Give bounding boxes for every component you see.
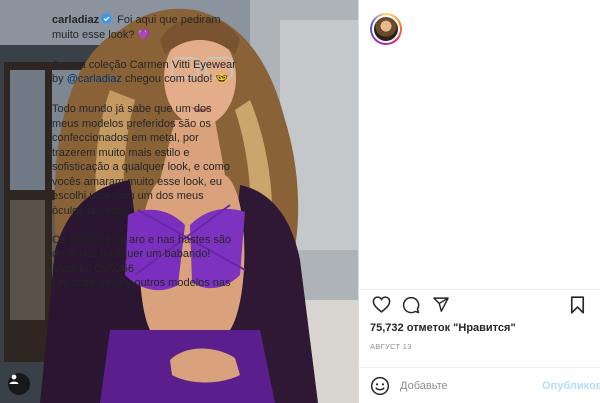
mention-link[interactable]: @carladiaz <box>67 73 122 85</box>
publish-button[interactable]: Опубликовать <box>542 380 600 392</box>
comment-bar: Опубликовать <box>358 367 600 403</box>
share-button[interactable] <box>426 290 456 320</box>
author-avatar-wrap[interactable] <box>370 13 410 45</box>
bookmark-icon <box>570 295 584 314</box>
caption-paragraph-2: Todo mundo já sabe que um dos meus model… <box>52 103 233 217</box>
post-date[interactable]: АВГУСТ 13 <box>370 342 412 351</box>
author-avatar[interactable] <box>370 13 402 45</box>
comment-button[interactable] <box>396 290 426 320</box>
post-actions-bar <box>358 289 600 319</box>
emoji-picker-button[interactable] <box>370 376 390 396</box>
save-button[interactable] <box>562 290 592 320</box>
comment-input[interactable] <box>400 379 542 392</box>
caption-headline: carladiaz Foi aqui que pediram muito ess… <box>52 13 237 43</box>
paper-plane-icon <box>433 297 449 312</box>
purple-heart-emoji: 💜 <box>137 29 151 41</box>
heart-icon <box>372 296 390 313</box>
tagged-user-icon[interactable] <box>8 373 30 395</box>
likes-count[interactable]: 75,732 отметок "Нравится" <box>370 322 516 334</box>
caption-area[interactable]: carladiaz Foi aqui que pediram muito ess… <box>52 13 237 289</box>
nerd-face-emoji: 🤓 <box>215 74 228 85</box>
caption-paragraph-3: Os detalhes no aro e nas hastes são de d… <box>52 233 232 290</box>
caption-paragraph-1: A nova coleção Carmen Vitti Eyewear by @… <box>52 58 236 86</box>
like-button[interactable] <box>366 290 396 320</box>
smiley-icon <box>370 376 390 395</box>
author-username[interactable]: carladiaz <box>52 14 99 26</box>
comment-icon <box>402 296 420 313</box>
verified-badge-icon <box>101 13 112 24</box>
